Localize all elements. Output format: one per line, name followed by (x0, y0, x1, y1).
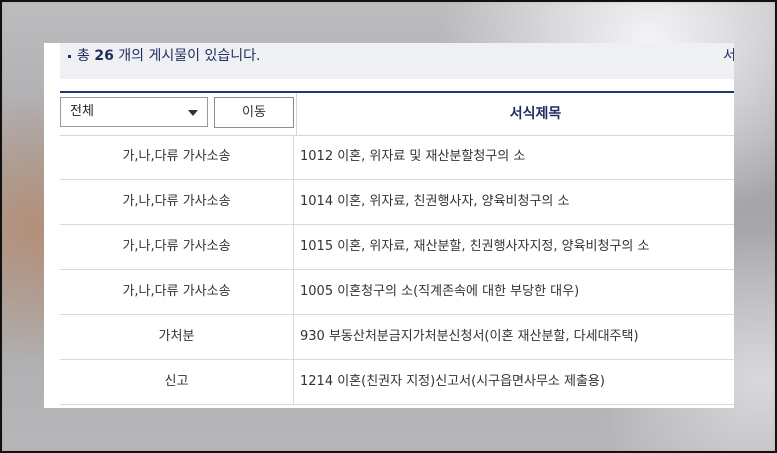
post-count-bar: 총 26 개의 게시물이 있습니다. 서 (60, 43, 734, 79)
table-header: 전체 이동 서식제목 (60, 93, 734, 136)
table-row: 가,나,다류 가사소송 1014 이혼, 위자료, 친권행사자, 양육비청구의 … (60, 180, 734, 225)
row-title-link[interactable]: 1012 이혼, 위자료 및 재산분할청구의 소 (300, 135, 525, 179)
category-select-value: 전체 (70, 104, 94, 119)
post-count-number: 26 (94, 48, 114, 64)
chevron-down-icon (188, 110, 198, 116)
post-count-text: 총 26 개의 게시물이 있습니다. (68, 45, 260, 65)
row-title-link[interactable]: 930 부동산처분금지가처분신청서(이혼 재산분할, 다세대주택) (300, 315, 639, 359)
table-row: 가,나,다류 가사소송 1005 이혼청구의 소(직계존속에 대한 부당한 대우… (60, 270, 734, 315)
row-category: 가,나,다류 가사소송 (60, 180, 294, 224)
table-row: 가,나,다류 가사소송 1015 이혼, 위자료, 재산분할, 친권행사자지정,… (60, 225, 734, 270)
row-category: 가처분 (60, 315, 294, 359)
table-row: 신고 1214 이혼(친권자 지정)신고서(시구읍면사무소 제출용) (60, 360, 734, 405)
board-panel: 총 26 개의 게시물이 있습니다. 서 전체 이동 서식제목 가,나,다류 가… (44, 43, 734, 408)
row-category: 가,나,다류 가사소송 (60, 135, 294, 179)
post-count-suffix: 개의 게시물이 있습니다. (113, 48, 261, 64)
table-row: 가처분 930 부동산처분금지가처분신청서(이혼 재산분할, 다세대주택) (60, 315, 734, 360)
bullet-icon (68, 54, 71, 58)
move-button[interactable]: 이동 (214, 97, 294, 128)
category-select[interactable]: 전체 (60, 97, 208, 127)
table-body: 가,나,다류 가사소송 1012 이혼, 위자료 및 재산분할청구의 소 가,나… (60, 135, 734, 405)
row-category: 가,나,다류 가사소송 (60, 270, 294, 314)
row-title-link[interactable]: 1014 이혼, 위자료, 친권행사자, 양육비청구의 소 (300, 180, 569, 224)
table-row: 가,나,다류 가사소송 1012 이혼, 위자료 및 재산분할청구의 소 (60, 135, 734, 180)
search-fragment: 서 (723, 48, 734, 64)
column-header-title: 서식제목 (296, 93, 734, 135)
row-title-link[interactable]: 1214 이혼(친권자 지정)신고서(시구읍면사무소 제출용) (300, 360, 605, 404)
row-category: 가,나,다류 가사소송 (60, 225, 294, 269)
row-title-link[interactable]: 1005 이혼청구의 소(직계존속에 대한 부당한 대우) (300, 270, 579, 314)
post-count-prefix: 총 (77, 48, 95, 64)
row-title-link[interactable]: 1015 이혼, 위자료, 재산분할, 친권행사자지정, 양육비청구의 소 (300, 225, 650, 269)
row-category: 신고 (60, 360, 294, 404)
